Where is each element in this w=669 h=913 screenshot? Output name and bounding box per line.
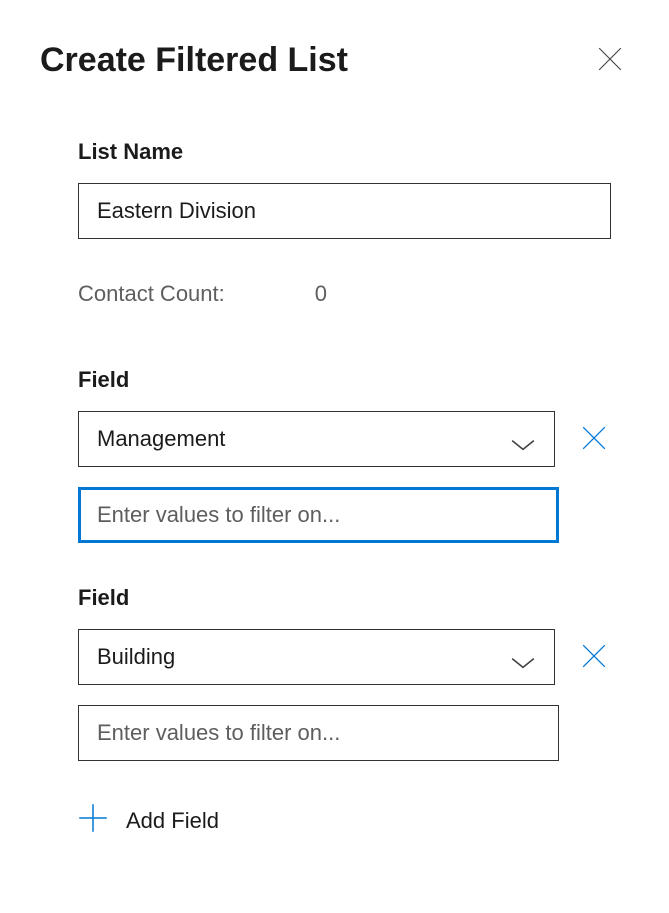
filter-section-0: Field Management [78, 367, 611, 543]
dialog-title: Create Filtered List [40, 41, 348, 80]
close-button[interactable] [591, 40, 629, 81]
remove-filter-button-1[interactable] [577, 639, 611, 676]
contact-count-label: Contact Count: [78, 281, 225, 307]
list-name-input[interactable] [78, 183, 611, 239]
add-field-label: Add Field [126, 808, 219, 834]
close-icon [597, 46, 623, 75]
dropdown-value-1: Building [97, 644, 175, 670]
field-label-1: Field [78, 585, 611, 611]
plus-icon [78, 803, 108, 839]
chevron-down-icon [510, 650, 536, 664]
remove-icon [581, 425, 607, 454]
filter-values-input-0[interactable] [78, 487, 559, 543]
remove-filter-button-0[interactable] [577, 421, 611, 458]
dropdown-value-0: Management [97, 426, 225, 452]
field-dropdown-1[interactable]: Building [78, 629, 555, 685]
filter-section-1: Field Building [78, 585, 611, 761]
field-label-0: Field [78, 367, 611, 393]
contact-count-value: 0 [315, 281, 327, 307]
remove-icon [581, 643, 607, 672]
filter-values-input-1[interactable] [78, 705, 559, 761]
add-field-button[interactable]: Add Field [78, 803, 219, 839]
field-dropdown-0[interactable]: Management [78, 411, 555, 467]
list-name-label: List Name [78, 139, 611, 165]
chevron-down-icon [510, 432, 536, 446]
